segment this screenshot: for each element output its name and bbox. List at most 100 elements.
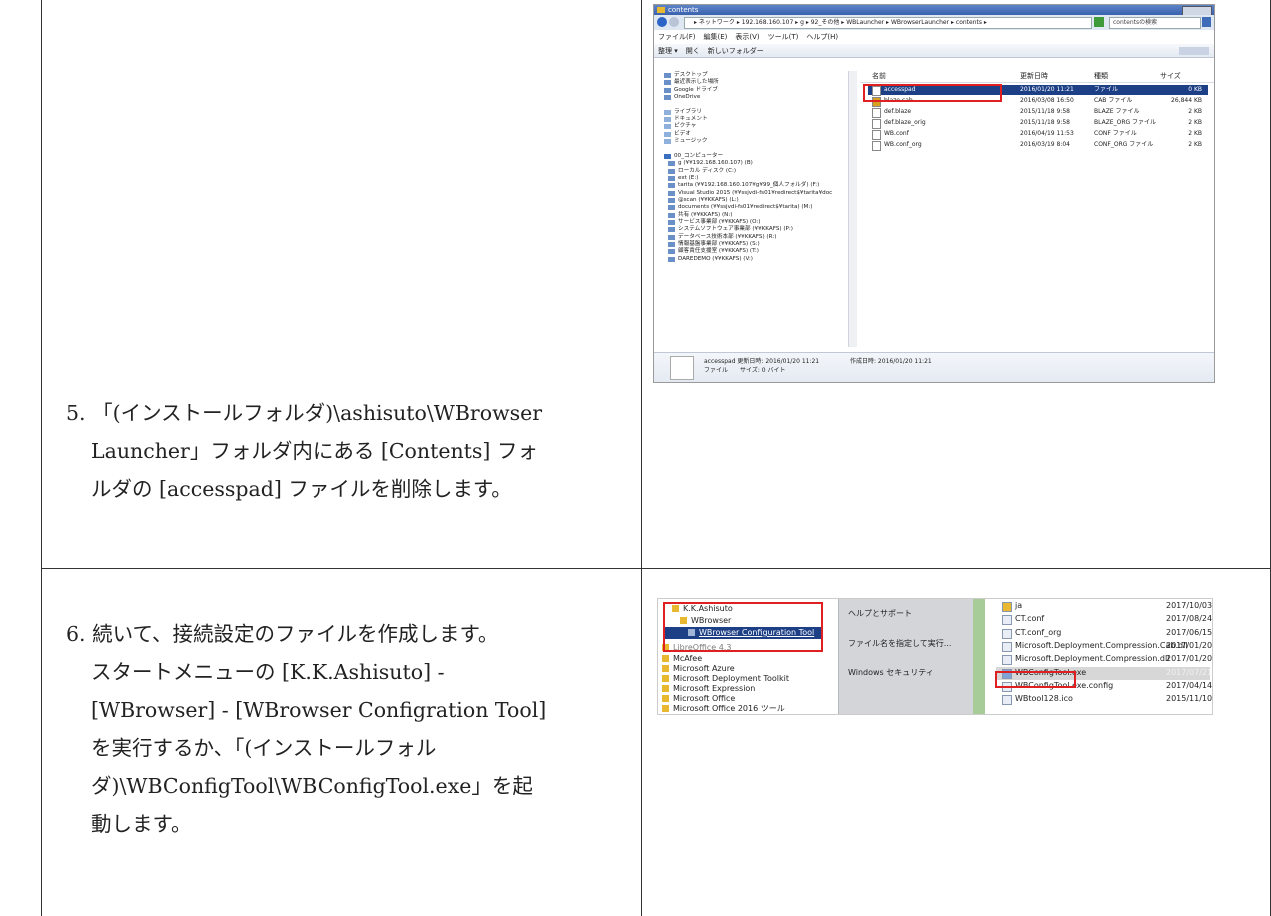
column-name[interactable]: 名前 [872, 71, 886, 82]
file-name[interactable]: Microsoft.Deployment.Compression.dll [1015, 654, 1169, 664]
nav-item[interactable]: 情報基盤事業部 (¥¥KKAFS) (S:) [678, 241, 760, 248]
open-button[interactable]: 開く [686, 47, 700, 55]
menu-file[interactable]: ファイル(F) [658, 33, 696, 41]
program-item[interactable]: Microsoft Expression [673, 684, 755, 694]
file-date: 2017/04/14 [1166, 680, 1213, 690]
explorer-window: contents ▸ ネットワーク ▸ 192.168.160.107 ▸ g … [653, 4, 1215, 383]
nav-item[interactable]: ライブラリ [674, 109, 702, 116]
drive-icon [668, 197, 675, 203]
column-size[interactable]: サイズ [1160, 71, 1181, 82]
startmenu-link[interactable]: Windows セキュリティ [848, 668, 934, 678]
file-size: 2 KB [1188, 130, 1202, 137]
drive-icon [668, 242, 675, 248]
startmenu-link[interactable]: ヘルプとサポート [848, 609, 912, 619]
nav-item[interactable]: ローカル ディスク (C:) [678, 168, 736, 175]
menu-help[interactable]: ヘルプ(H) [806, 33, 838, 41]
table-row-divider [41, 568, 1271, 569]
column-type[interactable]: 種類 [1094, 71, 1108, 82]
program-item[interactable]: Microsoft Deployment Toolkit [673, 674, 789, 684]
file-date: 2017/08/24 [1166, 614, 1213, 624]
step-line: 「(インストールフォルダ)\ashisuto\WBrowser [92, 401, 543, 425]
nav-item[interactable]: サービス事業部 (¥¥KKAFS) (O:) [678, 219, 760, 226]
file-date: 2016/01/20 11:21 [1020, 86, 1074, 93]
nav-item[interactable]: システムソフトウェア事業部 (¥¥KKAFS) (P:) [678, 226, 793, 233]
file-type: BLAZE ファイル [1094, 108, 1140, 115]
column-date[interactable]: 更新日時 [1020, 71, 1048, 82]
file-name: def.blaze [884, 108, 912, 115]
nav-item[interactable]: デスクトップ [674, 72, 708, 79]
file-name[interactable]: CT.conf [1015, 614, 1044, 624]
step-line: 続いて、接続設定のファイルを作成します。 [92, 622, 499, 646]
drive-icon [668, 220, 675, 225]
file-name[interactable]: ja [1015, 601, 1022, 611]
details-line-1: accesspad 更新日時: 2016/01/20 11:21 [704, 358, 820, 365]
file-date: 2016/04/19 11:53 [1020, 130, 1074, 137]
nav-item[interactable]: OneDrive [674, 94, 700, 101]
nav-item[interactable]: @scan (¥¥KKAFS) (L:) [678, 197, 739, 204]
step-number: 5. [66, 401, 86, 425]
file-name[interactable]: Microsoft.Deployment.Compression.Cab.dll [1015, 641, 1188, 651]
nav-item[interactable]: Google ドライブ [674, 87, 718, 94]
nav-item[interactable]: ピクチャ [674, 123, 696, 130]
nav-item[interactable]: ミュージック [674, 138, 707, 145]
file-name[interactable]: CT.conf_org [1015, 628, 1061, 638]
nav-item[interactable]: 00_コンピューター [674, 153, 723, 160]
step-line: スタートメニューの [K.K.Ashisuto] - [91, 660, 445, 684]
file-icon [872, 119, 881, 129]
file-date: 2015/11/18 9:58 [1020, 108, 1070, 115]
menu-tools[interactable]: ツール(T) [768, 33, 799, 41]
step-line: ダ)\WBConfigTool\WBConfigTool.exe」を起 [91, 774, 533, 798]
refresh-button[interactable] [1094, 17, 1104, 27]
file-type: CAB ファイル [1094, 97, 1133, 104]
config-file-list: ja 2017/10/03 CT.conf 2017/08/24 CT.conf_org… [992, 599, 1212, 714]
address-path: ▸ ネットワーク ▸ 192.168.160.107 ▸ g ▸ 92_その他 … [694, 19, 987, 26]
nav-item[interactable]: documents (¥¥ssjvdi-fs01¥redirect$¥tarit… [678, 204, 812, 211]
search-placeholder: contentsの検索 [1113, 19, 1158, 26]
step-line: Launcher」フォルダ内にある [Contents] フォ [91, 439, 538, 463]
nav-item[interactable]: g (¥¥192.168.160.107) (B) [678, 160, 753, 167]
nav-item[interactable]: 顧客責任支援室 (¥¥KKAFS) (T:) [678, 248, 759, 255]
nav-item[interactable]: 共有 (¥¥KKAFS) (N:) [678, 212, 732, 219]
file-icon [872, 130, 881, 140]
program-item[interactable]: McAfee [673, 654, 702, 664]
nav-item[interactable]: ビデオ [674, 131, 691, 138]
back-button[interactable] [657, 17, 667, 27]
title-bar [654, 5, 1214, 15]
window-title: contents [668, 6, 699, 14]
nav-item[interactable]: ext (E:) [678, 175, 698, 182]
highlight-box [663, 602, 823, 652]
view-options-icon[interactable] [1179, 47, 1209, 55]
menu-view[interactable]: 表示(V) [735, 33, 759, 41]
step-6-text: 6. 続いて、接続設定のファイルを作成します。 スタートメニューの [K.K.A… [66, 615, 546, 843]
drive-icon [668, 183, 675, 189]
forward-button[interactable] [669, 17, 679, 27]
step-line: を実行するか、「(インストールフォル [91, 736, 437, 760]
search-icon[interactable] [1202, 17, 1211, 27]
program-item[interactable]: Microsoft Office [673, 694, 735, 704]
folder-icon [662, 714, 669, 715]
program-item[interactable]: Microsoft Azure [673, 664, 735, 674]
nav-item[interactable]: 最近表示した場所 [674, 79, 719, 86]
drive-icon [664, 117, 671, 123]
drive-icon [664, 73, 671, 78]
navigation-pane: デスクトップ 最近表示した場所 Google ドライブ OneDrive ライブラリ ドキ… [654, 58, 858, 352]
nav-item[interactable]: tarita (¥¥192.168.160.107¥g¥99_個人フォルダ) (… [678, 182, 819, 189]
green-separator [973, 599, 985, 714]
file-name[interactable]: WBtool128.ico [1015, 694, 1073, 704]
nav-item[interactable]: DAREDEMO (¥¥KKAFS) (V:) [678, 256, 753, 263]
details-created: 作成日時: 2016/01/20 11:21 [850, 358, 932, 365]
step-line: 動します。 [91, 812, 192, 836]
file-date: 2015/11/18 9:58 [1020, 119, 1070, 126]
file-date: 2015/11/10 [1166, 694, 1213, 704]
startmenu-link[interactable]: ファイル名を指定して実行... [848, 639, 951, 649]
file-size: 2 KB [1188, 108, 1202, 115]
nav-scrollbar[interactable] [848, 71, 857, 347]
program-item[interactable]: Microsoft Windows SDK v7.1 [673, 713, 787, 714]
new-folder-button[interactable]: 新しいフォルダー [708, 47, 764, 55]
nav-item[interactable]: データベース技術本部 (¥¥KKAFS) (R:) [678, 234, 776, 241]
nav-item[interactable]: Visual Studio 2015 (¥¥ssjvdi-fs01¥redire… [678, 190, 832, 197]
folder-icon [662, 705, 669, 712]
file-date: 2017/07/21 [1166, 667, 1213, 677]
organize-button[interactable]: 整理 ▾ [658, 47, 678, 55]
menu-edit[interactable]: 編集(E) [704, 33, 728, 41]
